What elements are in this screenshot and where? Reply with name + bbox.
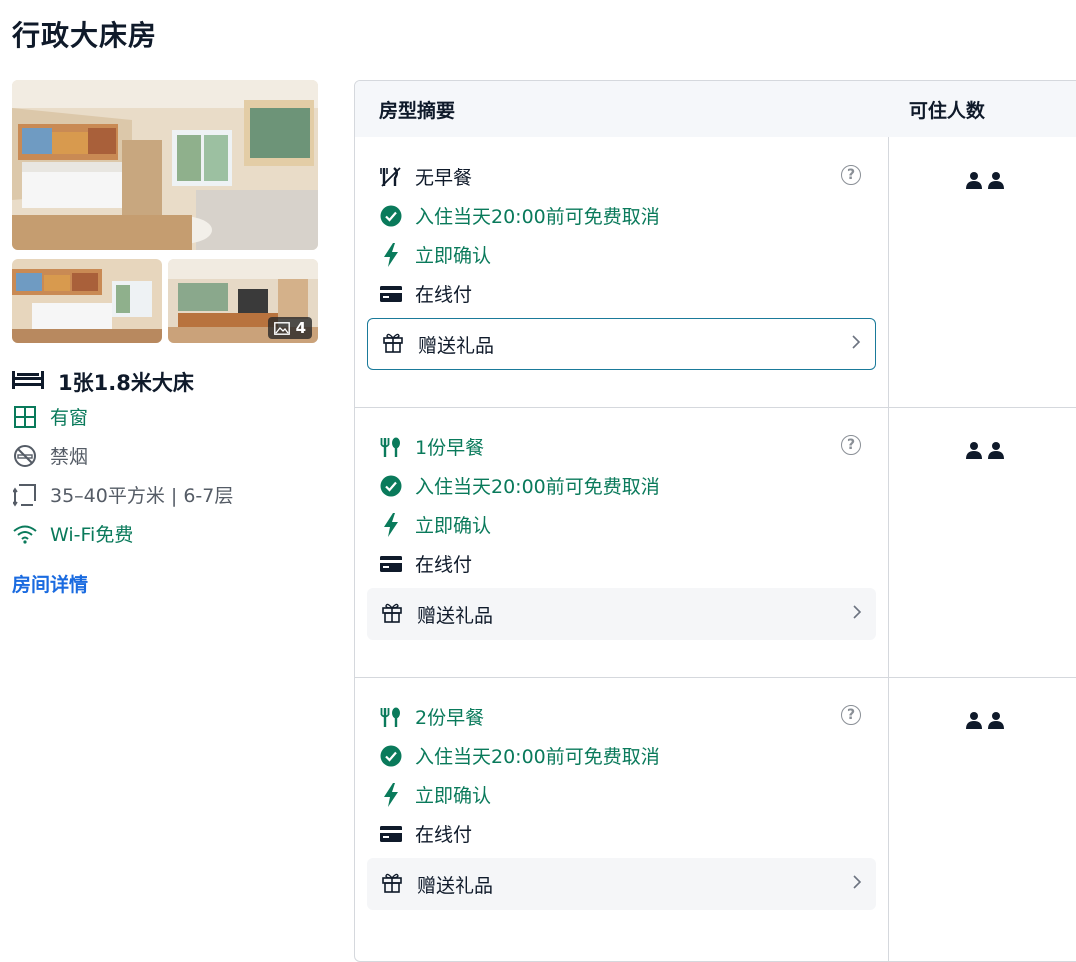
lightning-icon xyxy=(379,242,403,267)
wifi-icon xyxy=(12,521,38,547)
gift-label: 赠送礼品 xyxy=(417,604,494,627)
person-icon xyxy=(965,711,983,733)
facility-window-label: 有窗 xyxy=(50,407,89,429)
gift-icon xyxy=(381,601,403,628)
person-icon xyxy=(987,711,1005,733)
lightning-icon xyxy=(379,782,403,807)
confirm-row: 立即确认 xyxy=(379,781,491,808)
check-circle-icon xyxy=(379,474,403,498)
credit-card-icon xyxy=(379,282,403,306)
rate-plan-3: 2份早餐 ? 入住当天20:00前可免费取消 立即确认 在线付 赠送礼品 xyxy=(355,677,888,947)
meal-label: 1份早餐 xyxy=(415,437,485,459)
person-icon xyxy=(987,441,1005,463)
facility-wifi-label: Wi-Fi免费 xyxy=(50,524,134,546)
room-thumbnail-1[interactable] xyxy=(12,259,162,343)
help-icon[interactable]: ? xyxy=(841,435,861,455)
photo-count: 4 xyxy=(295,319,306,337)
facility-window: 有窗 xyxy=(12,403,88,430)
help-icon[interactable]: ? xyxy=(841,165,861,185)
bed-info: 1张1.8米大床 xyxy=(12,367,194,397)
cancel-row: 入住当天20:00前可免费取消 xyxy=(379,202,660,229)
facility-smoking: 禁烟 xyxy=(12,442,88,469)
facility-area-label: 35–40平方米 | 6-7层 xyxy=(50,485,234,507)
bed-label: 1张1.8米大床 xyxy=(58,371,194,395)
confirm-label: 立即确认 xyxy=(415,785,492,807)
rate-plans-table: 房型摘要 可住人数 无早餐 ? 入住当天20:00前可免费取消 立即确认 在线付… xyxy=(354,80,1076,962)
person-icon xyxy=(987,171,1005,193)
gift-button[interactable]: 赠送礼品 xyxy=(367,318,876,370)
person-icon xyxy=(965,441,983,463)
payment-label: 在线付 xyxy=(415,824,473,846)
gift-button[interactable]: 赠送礼品 xyxy=(367,858,876,910)
room-thumbnail-2[interactable]: 4 xyxy=(168,259,318,343)
window-icon xyxy=(12,404,38,430)
no-smoking-icon xyxy=(12,443,38,469)
confirm-label: 立即确认 xyxy=(415,245,492,267)
chevron-right-icon xyxy=(852,873,862,895)
credit-card-icon xyxy=(379,822,403,846)
table-header: 房型摘要 可住人数 xyxy=(355,81,1076,137)
image-icon xyxy=(273,321,290,335)
facility-smoking-label: 禁烟 xyxy=(50,446,89,468)
meal-icon xyxy=(379,705,403,729)
facility-wifi: Wi-Fi免费 xyxy=(12,520,133,547)
chevron-right-icon xyxy=(852,603,862,625)
gift-icon xyxy=(382,331,404,358)
bed-icon xyxy=(12,369,44,395)
meal-row: 2份早餐 xyxy=(379,703,484,730)
chevron-right-icon xyxy=(851,333,861,355)
column-divider xyxy=(888,137,889,961)
photo-count-badge[interactable]: 4 xyxy=(267,317,312,339)
no-meal-icon xyxy=(379,165,403,189)
cancel-row: 入住当天20:00前可免费取消 xyxy=(379,742,660,769)
lightning-icon xyxy=(379,512,403,537)
area-icon xyxy=(12,482,38,508)
meal-icon xyxy=(379,435,403,459)
column-header-guests: 可住人数 xyxy=(908,99,985,122)
help-icon[interactable]: ? xyxy=(841,705,861,725)
confirm-label: 立即确认 xyxy=(415,515,492,537)
guest-capacity-2 xyxy=(965,441,1005,463)
person-icon xyxy=(965,171,983,193)
rate-plan-2: 1份早餐 ? 入住当天20:00前可免费取消 立即确认 在线付 赠送礼品 xyxy=(355,407,888,677)
check-circle-icon xyxy=(379,744,403,768)
room-title: 行政大床房 xyxy=(12,19,158,52)
gift-button[interactable]: 赠送礼品 xyxy=(367,588,876,640)
gift-icon xyxy=(381,871,403,898)
meal-row: 无早餐 xyxy=(379,163,472,190)
payment-row: 在线付 xyxy=(379,820,472,847)
cancel-policy: 入住当天20:00前可免费取消 xyxy=(415,476,660,498)
room-details-link[interactable]: 房间详情 xyxy=(12,570,88,597)
payment-row: 在线付 xyxy=(379,550,472,577)
room-main-photo[interactable] xyxy=(12,80,318,250)
payment-label: 在线付 xyxy=(415,284,473,306)
confirm-row: 立即确认 xyxy=(379,511,491,538)
confirm-row: 立即确认 xyxy=(379,241,491,268)
cancel-policy: 入住当天20:00前可免费取消 xyxy=(415,746,660,768)
payment-label: 在线付 xyxy=(415,554,473,576)
gift-label: 赠送礼品 xyxy=(418,334,495,357)
column-header-summary: 房型摘要 xyxy=(379,99,456,122)
meal-row: 1份早餐 xyxy=(379,433,484,460)
meal-label: 无早餐 xyxy=(415,167,473,189)
meal-label: 2份早餐 xyxy=(415,707,485,729)
facility-area: 35–40平方米 | 6-7层 xyxy=(12,481,233,508)
payment-row: 在线付 xyxy=(379,280,472,307)
cancel-row: 入住当天20:00前可免费取消 xyxy=(379,472,660,499)
guest-capacity-1 xyxy=(965,171,1005,193)
rate-plan-1: 无早餐 ? 入住当天20:00前可免费取消 立即确认 在线付 赠送礼品 xyxy=(355,137,888,407)
gift-label: 赠送礼品 xyxy=(417,874,494,897)
credit-card-icon xyxy=(379,552,403,576)
cancel-policy: 入住当天20:00前可免费取消 xyxy=(415,206,660,228)
check-circle-icon xyxy=(379,204,403,228)
guest-capacity-3 xyxy=(965,711,1005,733)
